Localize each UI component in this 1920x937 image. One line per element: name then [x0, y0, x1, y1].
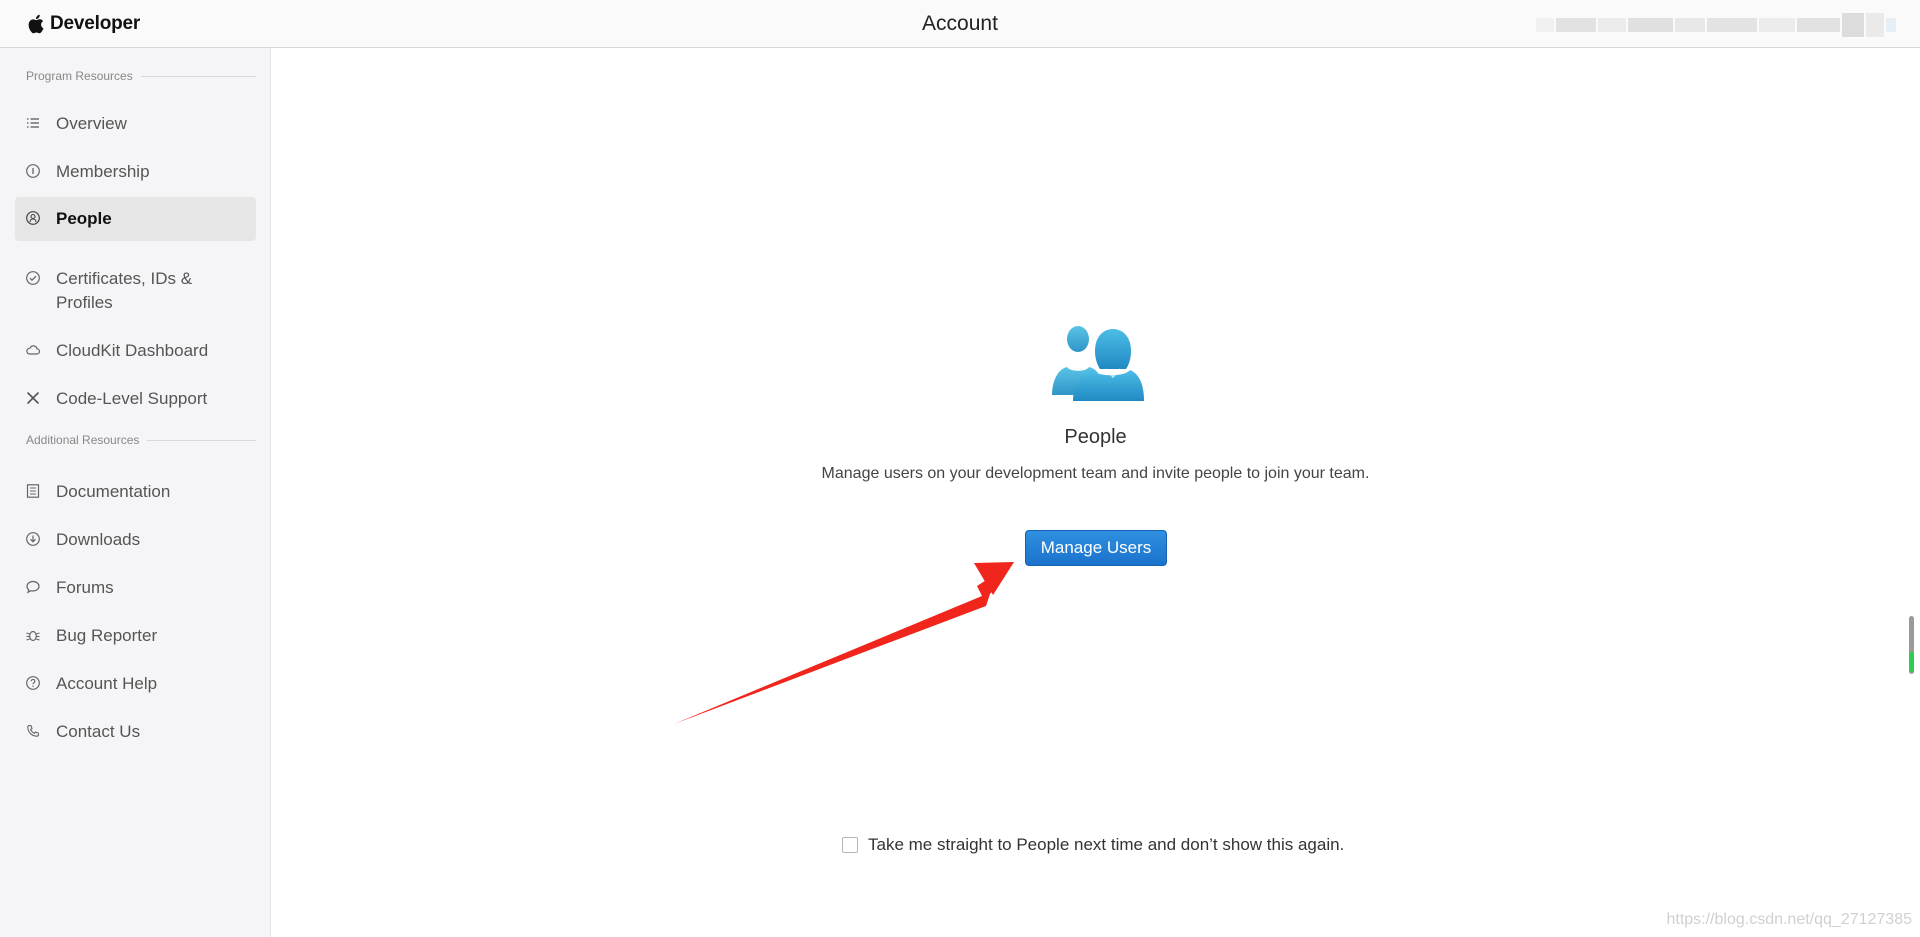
- sidebar-item-forums[interactable]: Forums: [15, 566, 256, 610]
- sidebar-item-label: People: [56, 209, 112, 228]
- sidebar-item-label: Overview: [56, 114, 127, 133]
- sidebar-item-label: Documentation: [56, 482, 171, 501]
- skip-option: Take me straight to People next time and…: [842, 835, 1344, 855]
- sidebar-item-label: Certificates, IDs & Profiles: [56, 269, 193, 312]
- list-icon: [25, 115, 41, 131]
- sidebar-item-label: Bug Reporter: [56, 626, 158, 645]
- additional-resources-header: Additional Resources: [26, 433, 256, 447]
- sidebar-item-cloudkit[interactable]: CloudKit Dashboard: [15, 329, 256, 373]
- watermark: https://blog.csdn.net/qq_27127385: [1666, 911, 1912, 928]
- sidebar-item-documentation[interactable]: Documentation: [15, 470, 256, 514]
- people-description: Manage users on your development team an…: [821, 465, 1370, 482]
- sidebar-item-label: Code-Level Support: [56, 389, 208, 408]
- people-heading: People: [1064, 426, 1127, 448]
- sidebar-item-bug-reporter[interactable]: Bug Reporter: [15, 614, 256, 658]
- skip-checkbox[interactable]: [842, 837, 858, 853]
- divider: [140, 75, 256, 77]
- people-icon: [1052, 326, 1144, 401]
- download-circle-icon: [25, 531, 41, 547]
- sidebar-item-label: Forums: [56, 578, 114, 597]
- scroll-position-indicator: [1909, 652, 1914, 672]
- phone-icon: [25, 723, 41, 739]
- document-icon: [25, 483, 41, 499]
- sidebar-item-code-level-support[interactable]: Code-Level Support: [15, 377, 256, 421]
- speech-bubble-icon: [25, 579, 41, 595]
- sidebar-item-label: CloudKit Dashboard: [56, 341, 209, 360]
- account-info-blurred[interactable]: [1536, 10, 1897, 40]
- sidebar-item-downloads[interactable]: Downloads: [15, 518, 256, 562]
- sidebar-item-label: Membership: [56, 162, 150, 181]
- checkmark-badge-icon: [25, 270, 41, 286]
- tools-icon: [25, 390, 41, 406]
- sidebar-item-account-help[interactable]: Account Help: [15, 662, 256, 706]
- skip-checkbox-label[interactable]: Take me straight to People next time and…: [868, 835, 1344, 855]
- sidebar-item-membership[interactable]: Membership: [15, 150, 256, 194]
- person-circle-icon: [25, 210, 41, 226]
- main-content: [271, 48, 1920, 937]
- bug-icon: [25, 627, 41, 643]
- manage-users-button[interactable]: Manage Users: [1025, 530, 1167, 566]
- sidebar-item-label: Contact Us: [56, 722, 141, 741]
- sidebar-item-overview[interactable]: Overview: [15, 102, 256, 146]
- divider: [147, 439, 256, 441]
- sidebar-item-people[interactable]: People: [15, 197, 256, 241]
- section-label: Additional Resources: [26, 433, 140, 447]
- question-circle-icon: [25, 675, 41, 691]
- sidebar-item-certificates[interactable]: Certificates, IDs & Profiles: [15, 257, 256, 325]
- top-bar: Developer Account: [0, 0, 1920, 48]
- sidebar-item-label: Account Help: [56, 674, 158, 693]
- sidebar-item-label: Downloads: [56, 530, 141, 549]
- section-label: Program Resources: [26, 69, 133, 83]
- sidebar-item-contact-us[interactable]: Contact Us: [15, 710, 256, 754]
- info-circle-icon: [25, 163, 41, 179]
- program-resources-header: Program Resources: [26, 69, 256, 83]
- cloud-icon: [25, 342, 41, 358]
